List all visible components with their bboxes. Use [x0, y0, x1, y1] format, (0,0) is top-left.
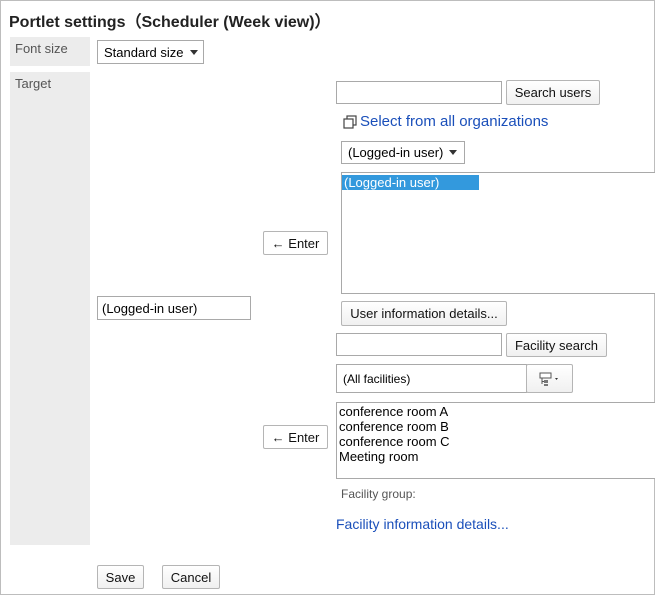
facility-search-button[interactable]: Facility search: [506, 333, 607, 357]
page-title: Portlet settings（Scheduler (Week view)）: [9, 14, 331, 31]
facility-group-select[interactable]: (All facilities): [336, 364, 527, 393]
user-details-button[interactable]: User information details...: [341, 301, 507, 326]
font-size-value: Standard size: [104, 44, 184, 60]
facility-enter-button[interactable]: ← Enter: [263, 425, 328, 449]
target-value-field[interactable]: (Logged-in user): [97, 296, 251, 320]
save-button[interactable]: Save: [97, 565, 144, 589]
organization-select[interactable]: (Logged-in user): [341, 141, 465, 164]
font-size-select[interactable]: Standard size: [97, 40, 204, 64]
facility-listbox[interactable]: conference room A conference room B conf…: [336, 402, 655, 479]
facility-tree-button[interactable]: [526, 364, 573, 393]
user-listbox[interactable]: (Logged-in user): [341, 172, 655, 294]
select-all-organizations-link[interactable]: Select from all organizations: [342, 113, 548, 130]
cancel-button[interactable]: Cancel: [162, 565, 220, 589]
portlet-settings-panel: Portlet settings（Scheduler (Week view)） …: [0, 0, 655, 595]
chevron-down-icon: [189, 49, 198, 55]
list-item[interactable]: conference room A: [337, 404, 655, 419]
window-stack-icon: [343, 114, 357, 129]
facility-group-select-value: (All facilities): [343, 371, 411, 386]
facility-group-label: Facility group:: [341, 487, 416, 501]
target-label: Target: [10, 72, 90, 545]
facility-search-input[interactable]: [336, 333, 502, 356]
list-item[interactable]: conference room B: [337, 419, 655, 434]
font-size-label: Font size: [10, 37, 90, 66]
list-item[interactable]: Meeting room: [337, 449, 655, 464]
list-item[interactable]: conference room C: [337, 434, 655, 449]
user-search-input[interactable]: [336, 81, 502, 104]
list-item[interactable]: (Logged-in user): [342, 175, 479, 190]
select-all-organizations-label: Select from all organizations: [360, 113, 549, 130]
chevron-down-icon: [449, 150, 458, 155]
facility-details-link[interactable]: Facility information details...: [336, 516, 509, 532]
user-enter-button[interactable]: ← Enter: [263, 231, 328, 255]
organization-select-value: (Logged-in user): [348, 145, 444, 160]
search-users-button[interactable]: Search users: [506, 80, 600, 105]
facility-tree-icon: [539, 372, 558, 386]
